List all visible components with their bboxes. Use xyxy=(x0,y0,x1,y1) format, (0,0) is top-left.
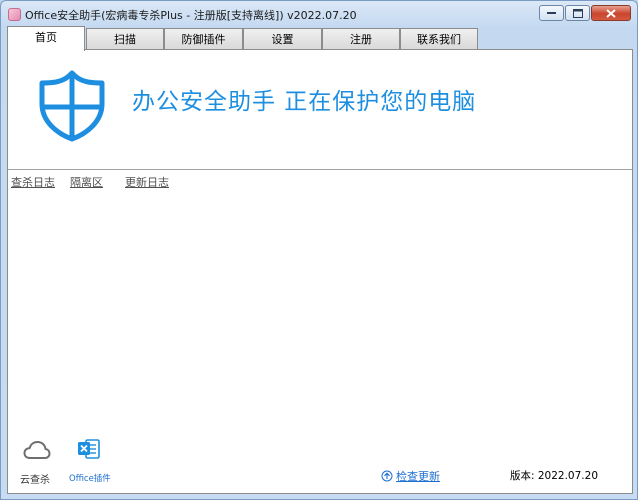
version-label: 版本: 2022.07.20 xyxy=(510,470,598,482)
main-window: Office安全助手(宏病毒专杀Plus - 注册版[支持离线]) v2022.… xyxy=(0,0,638,500)
home-panel: 办公安全助手 正在保护您的电脑 查杀日志 隔离区 更新日志 云查杀 Office… xyxy=(7,49,633,494)
check-update-label: 检查更新 xyxy=(396,470,440,483)
tab-bar: 首页 扫描 防御插件 设置 注册 联系我们 xyxy=(7,26,633,51)
tab-home[interactable]: 首页 xyxy=(7,26,85,51)
shield-icon xyxy=(39,70,105,142)
maximize-icon xyxy=(572,8,583,18)
close-button[interactable] xyxy=(591,5,631,21)
excel-plugin-icon[interactable] xyxy=(77,438,101,460)
window-title: Office安全助手(宏病毒专杀Plus - 注册版[支持离线]) v2022.… xyxy=(25,9,357,22)
cloud-icon[interactable] xyxy=(23,440,51,460)
title-bar[interactable]: Office安全助手(宏病毒专杀Plus - 注册版[支持离线]) v2022.… xyxy=(1,1,637,27)
office-plugin-label[interactable]: Office插件 xyxy=(69,472,111,484)
protection-headline: 办公安全助手 正在保护您的电脑 xyxy=(132,89,477,115)
tab-defense-plugin[interactable]: 防御插件 xyxy=(164,28,243,50)
arrow-up-circle-icon xyxy=(381,470,393,482)
tab-register[interactable]: 注册 xyxy=(322,28,400,50)
tab-settings[interactable]: 设置 xyxy=(243,28,322,50)
app-icon xyxy=(8,8,21,21)
cloud-scan-label[interactable]: 云查杀 xyxy=(20,471,50,486)
maximize-button[interactable] xyxy=(565,5,590,21)
minimize-button[interactable] xyxy=(539,5,564,21)
update-log-link[interactable]: 更新日志 xyxy=(125,174,169,190)
tab-scan[interactable]: 扫描 xyxy=(86,28,164,50)
quarantine-link[interactable]: 隔离区 xyxy=(70,174,103,190)
scan-log-link[interactable]: 查杀日志 xyxy=(11,174,55,190)
check-update-link[interactable]: 检查更新 xyxy=(381,468,440,484)
divider xyxy=(8,169,632,170)
tab-contact[interactable]: 联系我们 xyxy=(400,28,478,50)
window-controls xyxy=(539,5,631,21)
minimize-icon xyxy=(547,12,556,14)
close-icon xyxy=(606,8,616,18)
